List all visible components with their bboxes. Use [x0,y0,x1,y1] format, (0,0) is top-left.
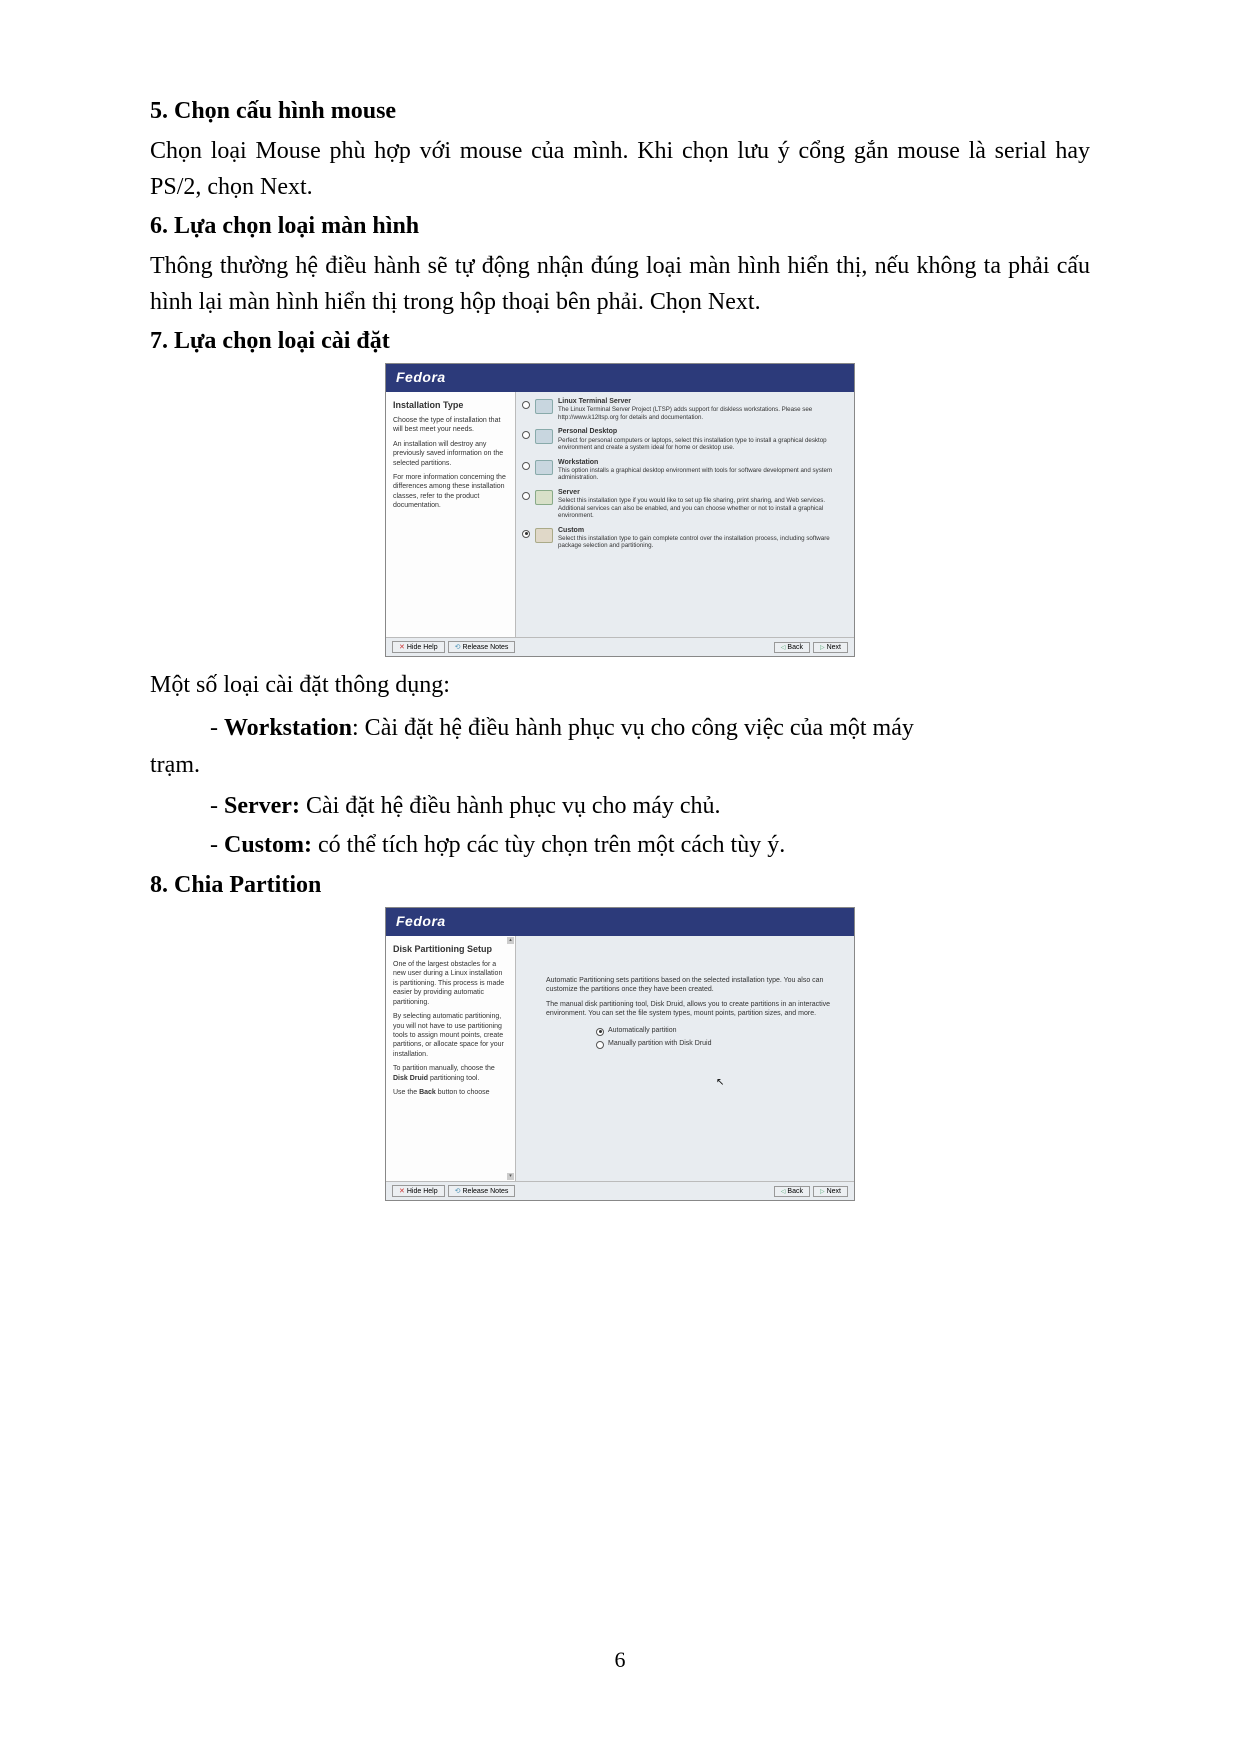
installer-footer: ✕Hide Help ⟲Release Notes ◁Back ▷Next [386,637,854,656]
radio-icon[interactable] [522,401,530,409]
para-5: Chọn loại Mouse phù hợp với mouse của mì… [150,133,1090,205]
option-title: Linux Terminal Server [558,398,846,406]
radio-manual-partition[interactable]: Manually partition with Disk Druid [596,1038,834,1049]
scroll-down-icon[interactable]: ▾ [507,1173,514,1180]
server-icon [535,490,553,505]
custom-icon [535,528,553,543]
bullet-custom: - Custom: có thể tích hợp các tùy chọn t… [210,826,1090,864]
disk-p2: The manual disk partitioning tool, Disk … [546,1000,834,1018]
help-p4: Use the Back button to choose [393,1088,508,1097]
fedora-brand: Fedora [386,364,854,392]
hide-help-button[interactable]: ✕Hide Help [392,641,445,653]
radio-auto-partition[interactable]: Automatically partition [596,1025,834,1036]
scroll-up-icon[interactable]: ▴ [507,937,514,944]
back-button[interactable]: ◁Back [774,642,810,653]
back-button[interactable]: ◁Back [774,1186,810,1197]
option-desc: This option installs a graphical desktop… [558,467,832,481]
heading-8: 8. Chia Partition [150,872,1090,899]
radio-icon[interactable] [596,1028,604,1036]
help-p1: Choose the type of installation that wil… [393,416,508,435]
para-7-after: Một số loại cài đặt thông dụng: [150,667,1090,703]
option-desc: Select this installation type if you wou… [558,497,825,519]
radio-icon[interactable] [522,431,530,439]
option-workstation[interactable]: WorkstationThis option installs a graphi… [522,459,846,482]
option-linux-terminal-server[interactable]: Linux Terminal ServerThe Linux Terminal … [522,398,846,421]
workstation-icon [535,460,553,475]
para-6: Thông thường hệ điều hành sẽ tự động nhậ… [150,248,1090,320]
radio-icon[interactable] [522,462,530,470]
help-p2: An installation will destroy any previou… [393,440,508,468]
radio-label: Automatically partition [608,1026,676,1035]
installer-screenshot-disk-partitioning: Fedora ▴ Disk Partitioning Setup One of … [385,907,855,1201]
radio-icon[interactable] [522,530,530,538]
bullet-workstation-tail: trạm. [150,747,1090,783]
heading-6: 6. Lựa chọn loại màn hình [150,213,1090,240]
heading-7: 7. Lựa chọn loại cài đặt [150,328,1090,355]
option-personal-desktop[interactable]: Personal DesktopPerfect for personal com… [522,428,846,451]
release-notes-button[interactable]: ⟲Release Notes [448,641,516,653]
help-p1: One of the largest obstacles for a new u… [393,960,508,1007]
radio-icon[interactable] [596,1041,604,1049]
help-title: Disk Partitioning Setup [393,944,508,955]
installer-screenshot-installation-type: Fedora Installation Type Choose the type… [385,363,855,657]
bullet-workstation: - Workstation: Cài đặt hệ điều hành phục… [210,709,1090,747]
option-title: Server [558,489,846,497]
next-button[interactable]: ▷Next [813,642,848,653]
help-title: Installation Type [393,400,508,411]
option-desc: The Linux Terminal Server Project (LTSP)… [558,406,812,420]
desktop-icon [535,429,553,444]
installer-footer: ✕Hide Help ⟲Release Notes ◁Back ▷Next [386,1181,854,1200]
cursor-icon: ↖ [716,1076,724,1089]
option-title: Custom [558,527,846,535]
help-p2: By selecting automatic partitioning, you… [393,1012,508,1059]
bullet-server: - Server: Cài đặt hệ điều hành phục vụ c… [210,787,1090,825]
option-server[interactable]: ServerSelect this installation type if y… [522,489,846,520]
installer-help-panel: Installation Type Choose the type of ins… [386,392,516,637]
next-button[interactable]: ▷Next [813,1186,848,1197]
installer-main-panel: Automatic Partitioning sets partitions b… [516,936,854,1181]
installer-help-panel: ▴ Disk Partitioning Setup One of the lar… [386,936,516,1181]
option-title: Workstation [558,459,846,467]
disk-p1: Automatic Partitioning sets partitions b… [546,976,834,994]
heading-5: 5. Chọn cấu hình mouse [150,98,1090,125]
fedora-brand: Fedora [386,908,854,936]
option-title: Personal Desktop [558,428,846,436]
option-desc: Select this installation type to gain co… [558,535,830,549]
hide-help-button[interactable]: ✕Hide Help [392,1185,445,1197]
release-notes-button[interactable]: ⟲Release Notes [448,1185,516,1197]
radio-label: Manually partition with Disk Druid [608,1039,711,1048]
installer-options-panel: Linux Terminal ServerThe Linux Terminal … [516,392,854,637]
option-desc: Perfect for personal computers or laptop… [558,437,827,451]
option-custom[interactable]: CustomSelect this installation type to g… [522,527,846,550]
terminal-icon [535,399,553,414]
page-number: 6 [0,1647,1240,1673]
radio-icon[interactable] [522,492,530,500]
help-p3: For more information concerning the diff… [393,473,508,511]
help-p3: To partition manually, choose the Disk D… [393,1064,508,1083]
